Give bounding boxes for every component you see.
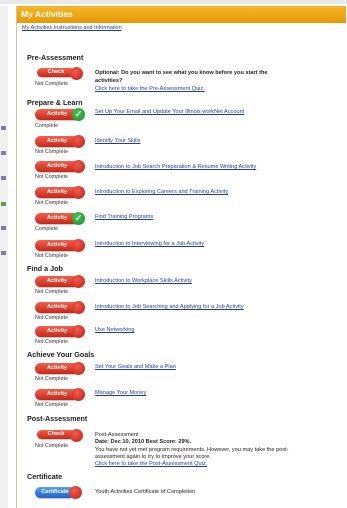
pre-assessment-heading: Pre-Assessment bbox=[27, 53, 84, 62]
status-incomplete-icon bbox=[72, 325, 85, 338]
post-assessment-heading: Post-Assessment bbox=[27, 414, 88, 423]
activities-panel: My Activities My Activities Instructions… bbox=[16, 6, 346, 508]
activity-status: Complete bbox=[35, 123, 59, 129]
status-incomplete-icon bbox=[72, 362, 85, 375]
status-incomplete-icon bbox=[72, 186, 85, 199]
certificate-text: Youth Activities Certificate of Completi… bbox=[95, 489, 196, 495]
activity-status: Not Complete bbox=[35, 149, 68, 155]
status-incomplete-icon bbox=[72, 388, 85, 401]
activity-link[interactable]: Find Training Programs bbox=[95, 214, 153, 220]
status-incomplete-icon bbox=[72, 135, 85, 148]
activity-link[interactable]: Introduction to Job Searching and Applyi… bbox=[95, 304, 244, 310]
activity-status: Not Complete bbox=[35, 289, 68, 295]
activity-status: Not Complete bbox=[35, 200, 68, 206]
status-incomplete-icon bbox=[70, 67, 83, 80]
certificate-heading: Certificate bbox=[27, 472, 63, 481]
achieve-goals-heading: Achieve Your Goals bbox=[27, 350, 95, 359]
activity-status: Not Complete bbox=[35, 376, 68, 382]
left-navigation-strip bbox=[0, 6, 8, 508]
activity-link[interactable]: Introduction to Workplace Skills Activit… bbox=[95, 278, 192, 284]
strip-marker bbox=[1, 151, 6, 155]
post-assessment-date-score: Date: Dec 10, 2010 Best Score: 29%. bbox=[95, 439, 192, 445]
post-assessment-note-cont: assessment again to try to improve your … bbox=[95, 454, 211, 460]
prepare-learn-heading: Prepare & Learn bbox=[27, 98, 83, 107]
activity-status: Not Complete bbox=[35, 253, 68, 259]
instructions-link[interactable]: My Activities Instructions and Informati… bbox=[22, 25, 122, 31]
activity-link[interactable]: Introduction to Exploring Careers and Tr… bbox=[95, 189, 228, 195]
status-incomplete-icon bbox=[69, 486, 82, 499]
activity-link[interactable]: Use Networking bbox=[95, 327, 134, 333]
status-incomplete-icon bbox=[72, 275, 85, 288]
top-border bbox=[0, 0, 347, 4]
activity-status: Not Complete bbox=[35, 174, 68, 180]
check-icon: ✓ bbox=[72, 108, 85, 121]
activity-link[interactable]: Set Your Goals and Make a Plan bbox=[95, 364, 176, 370]
pre-assessment-question-cont: activities? bbox=[95, 78, 123, 84]
strip-marker bbox=[1, 251, 6, 255]
activity-link[interactable]: Set Up Your Email and Update Your Illino… bbox=[95, 109, 244, 115]
post-assessment-status: Not Complete bbox=[35, 443, 68, 449]
strip-marker bbox=[1, 126, 6, 130]
strip-marker bbox=[1, 226, 6, 230]
post-assessment-quiz-link[interactable]: Click here to take the Post-Assessment Q… bbox=[95, 461, 207, 467]
activity-status: Not Complete bbox=[35, 402, 68, 408]
check-icon: ✓ bbox=[72, 212, 85, 225]
find-job-heading: Find a Job bbox=[27, 264, 63, 273]
strip-marker bbox=[1, 176, 6, 180]
activity-status: Not Complete bbox=[35, 339, 68, 345]
pre-assessment-question: Optional: Do you want to see what you kn… bbox=[95, 70, 268, 76]
post-assessment-note: You have not yet met program requirement… bbox=[95, 447, 289, 453]
activity-link[interactable]: Manage Your Money bbox=[95, 390, 146, 396]
pre-assessment-status: Not Complete bbox=[35, 81, 68, 87]
strip-marker bbox=[1, 202, 6, 206]
status-incomplete-icon bbox=[70, 429, 83, 442]
activity-link[interactable]: Introduction to Interviewing for a Job A… bbox=[95, 241, 204, 247]
pre-assessment-quiz-link[interactable]: Click here to take the Pre-Assessment Qu… bbox=[95, 86, 205, 92]
status-incomplete-icon bbox=[72, 239, 85, 252]
status-incomplete-icon bbox=[72, 301, 85, 314]
status-incomplete-icon bbox=[72, 160, 85, 173]
activity-link[interactable]: Introduction to Job Search Preparation &… bbox=[95, 164, 256, 170]
activity-link[interactable]: Identify Your Skills bbox=[95, 138, 140, 144]
activity-status: Complete bbox=[35, 226, 59, 232]
activity-status: Not Complete bbox=[35, 315, 68, 321]
panel-title: My Activities bbox=[17, 6, 346, 23]
post-assessment-title: Post-Assessment bbox=[95, 432, 139, 438]
